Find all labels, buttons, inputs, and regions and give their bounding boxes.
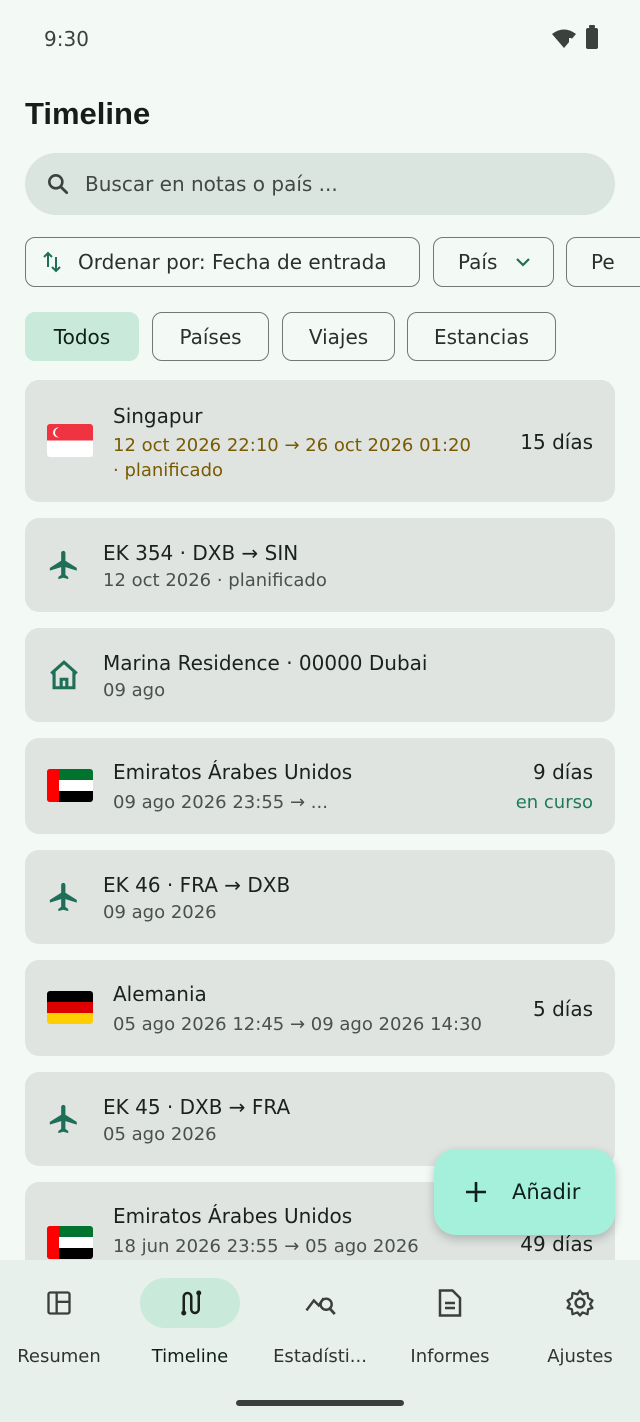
chevron-down-icon bbox=[516, 258, 531, 267]
item-date: 12 oct 2026 · planificado bbox=[103, 570, 327, 591]
nav-pill bbox=[270, 1278, 370, 1328]
tab-label: Viajes bbox=[308, 324, 369, 349]
filter-row: Ordenar por: Fecha de entrada País Pe bbox=[25, 237, 640, 287]
item-date: 09 ago bbox=[103, 680, 166, 701]
item-duration: 49 días bbox=[520, 1232, 593, 1256]
tab-todos[interactable]: Todos bbox=[25, 312, 139, 361]
add-button-label: Añadir bbox=[512, 1180, 581, 1204]
status-icons bbox=[552, 25, 598, 49]
country-filter-chip[interactable]: País bbox=[433, 237, 554, 287]
gear-icon bbox=[566, 1289, 594, 1317]
flight-icon bbox=[49, 882, 77, 912]
item-dates: 12 oct 2026 22:10 → 26 oct 2026 01:20 bbox=[113, 435, 471, 456]
item-dates: 18 jun 2026 23:55 → 05 ago 2026 bbox=[113, 1236, 419, 1257]
tab-label: Estancias bbox=[433, 324, 530, 349]
add-button[interactable]: Añadir bbox=[434, 1149, 615, 1235]
flight-icon bbox=[49, 1104, 77, 1134]
timeline-item-stay[interactable]: Marina Residence · 00000 Dubai 09 ago bbox=[25, 628, 615, 722]
plus-icon bbox=[466, 1182, 486, 1202]
item-dates: 05 ago 2026 12:45 → 09 ago 2026 14:30 bbox=[113, 1014, 482, 1035]
item-dates: 09 ago 2026 23:55 → ... bbox=[113, 792, 328, 813]
nav-item-timeline[interactable]: Timeline bbox=[126, 1278, 254, 1367]
item-title: EK 354 · DXB → SIN bbox=[103, 541, 299, 565]
search-icon bbox=[48, 174, 69, 195]
item-duration: 9 días bbox=[532, 760, 593, 784]
timeline-item-country[interactable]: Singapur 12 oct 2026 22:10 → 26 oct 2026… bbox=[25, 380, 615, 502]
country-filter-label: País bbox=[458, 250, 498, 274]
uae-flag-icon bbox=[47, 769, 93, 802]
nav-label: Timeline bbox=[151, 1346, 229, 1367]
item-status-badge: en curso bbox=[515, 792, 593, 813]
item-date: 05 ago 2026 bbox=[103, 1124, 217, 1145]
item-title: Emiratos Árabes Unidos bbox=[113, 760, 353, 784]
period-filter-chip[interactable]: Pe bbox=[566, 237, 640, 287]
wifi-icon bbox=[552, 29, 576, 48]
item-title: EK 46 · FRA → DXB bbox=[103, 873, 291, 897]
period-filter-label: Pe bbox=[591, 250, 615, 274]
sort-chip-label: Ordenar por: Fecha de entrada bbox=[78, 250, 387, 274]
item-date: 09 ago 2026 bbox=[103, 902, 217, 923]
home-indicator[interactable] bbox=[236, 1400, 404, 1406]
analytics-icon bbox=[305, 1297, 336, 1315]
singapore-flag-icon bbox=[47, 424, 93, 457]
nav-pill bbox=[9, 1278, 109, 1328]
nav-label: Informes bbox=[410, 1346, 490, 1367]
tab-label: Países bbox=[179, 324, 242, 349]
tab-paises[interactable]: Países bbox=[152, 312, 269, 361]
dashboard-icon bbox=[47, 1291, 71, 1315]
nav-label: Resumen bbox=[17, 1346, 101, 1367]
flight-icon bbox=[49, 550, 77, 580]
item-duration: 5 días bbox=[532, 997, 593, 1021]
tab-estancias[interactable]: Estancias bbox=[407, 312, 556, 361]
nav-label: Estadísti... bbox=[273, 1346, 367, 1367]
item-duration: 15 días bbox=[520, 430, 593, 454]
germany-flag-icon bbox=[47, 991, 93, 1024]
tab-viajes[interactable]: Viajes bbox=[282, 312, 395, 361]
item-title: Marina Residence · 00000 Dubai bbox=[103, 651, 428, 675]
nav-pill bbox=[140, 1278, 240, 1328]
nav-item-resumen[interactable]: Resumen bbox=[0, 1278, 123, 1367]
nav-pill bbox=[530, 1278, 630, 1328]
timeline-item-country[interactable]: Alemania 05 ago 2026 12:45 → 09 ago 2026… bbox=[25, 960, 615, 1056]
search-bar[interactable]: Buscar en notas o país ... bbox=[25, 153, 615, 215]
nav-item-estadisticas[interactable]: Estadísti... bbox=[256, 1278, 384, 1367]
nav-pill bbox=[400, 1278, 500, 1328]
search-input[interactable]: Buscar en notas o país ... bbox=[85, 172, 338, 196]
item-title: Emiratos Árabes Unidos bbox=[113, 1204, 353, 1228]
bottom-navigation: Resumen Timeline Estadísti... Informes A… bbox=[0, 1260, 640, 1422]
nav-item-informes[interactable]: Informes bbox=[386, 1278, 514, 1367]
item-title: EK 45 · DXB → FRA bbox=[103, 1095, 291, 1119]
home-icon bbox=[50, 660, 78, 690]
nav-label: Ajustes bbox=[547, 1346, 613, 1367]
timeline-item-country[interactable]: Emiratos Árabes Unidos 09 ago 2026 23:55… bbox=[25, 738, 615, 834]
route-icon bbox=[181, 1290, 202, 1316]
item-title: Alemania bbox=[113, 982, 207, 1006]
nav-item-ajustes[interactable]: Ajustes bbox=[516, 1278, 640, 1367]
status-bar: 9:30 bbox=[0, 0, 640, 78]
item-title: Singapur bbox=[113, 404, 203, 428]
timeline-item-flight[interactable]: EK 354 · DXB → SIN 12 oct 2026 · planifi… bbox=[25, 518, 615, 612]
sort-chip[interactable]: Ordenar por: Fecha de entrada bbox=[25, 237, 420, 287]
item-status-note: · planificado bbox=[113, 460, 224, 481]
status-time: 9:30 bbox=[44, 27, 89, 51]
document-icon bbox=[438, 1289, 462, 1317]
timeline-item-flight[interactable]: EK 46 · FRA → DXB 09 ago 2026 bbox=[25, 850, 615, 944]
uae-flag-icon bbox=[47, 1226, 93, 1259]
sort-icon bbox=[43, 251, 61, 273]
battery-icon bbox=[586, 25, 598, 49]
page-title: Timeline bbox=[25, 96, 151, 131]
tab-label: Todos bbox=[53, 324, 111, 349]
